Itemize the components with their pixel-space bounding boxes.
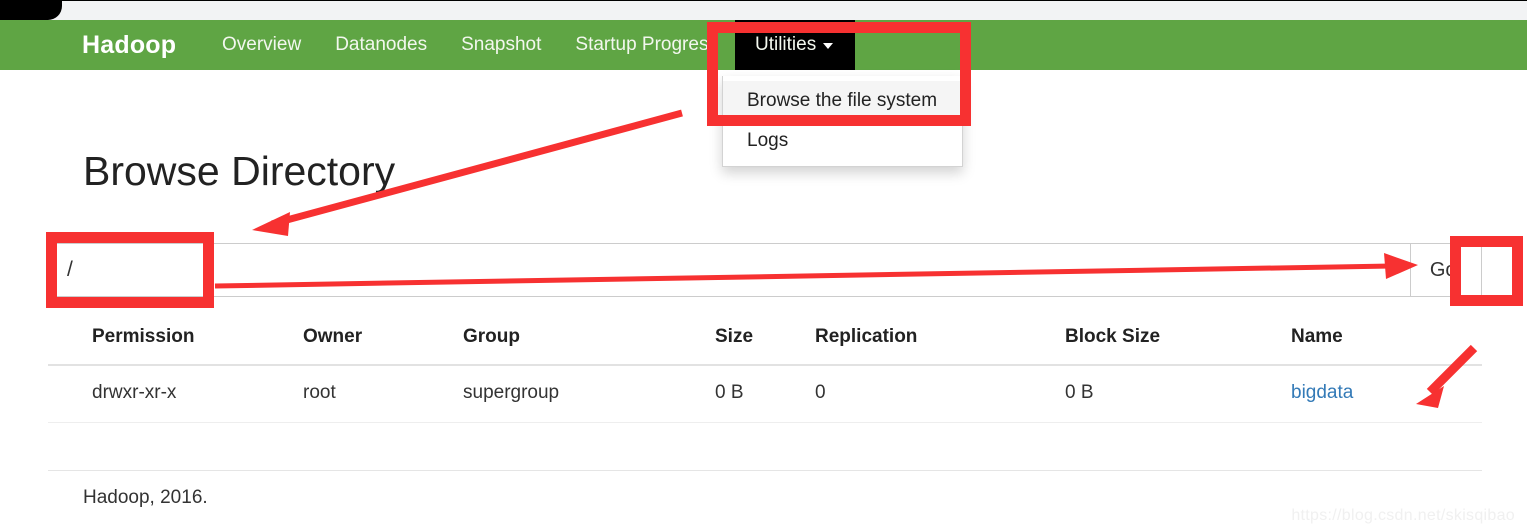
caret-down-icon [823,42,834,49]
browser-tab-notch [22,1,62,20]
dropdown-item-logs[interactable]: Logs [723,121,962,161]
utilities-dropdown-menu: Browse the file system Logs [722,76,963,167]
table-body: drwxr-xr-x root supergroup 0 B 0 0 B big… [48,365,1482,423]
nav-item-snapshot[interactable]: Snapshot [444,20,558,70]
browser-tab-strip [0,0,1527,20]
column-header-group[interactable]: Group [463,318,715,366]
path-input-group: Go! [48,243,1482,297]
browser-tab[interactable] [22,1,1527,20]
file-listing-table: Permission Owner Group Size Replication … [48,318,1482,423]
nav-item-utilities-label: Utilities [754,34,817,55]
column-header-permission[interactable]: Permission [48,318,303,366]
navbar: Hadoop Overview Datanodes Snapshot Start… [0,20,1527,70]
cell-size: 0 B [715,365,815,423]
cell-name: bigdata [1291,365,1482,423]
nav-items: Overview Datanodes Snapshot Startup Prog… [205,20,856,70]
nav-item-datanodes[interactable]: Datanodes [318,20,444,70]
watermark: https://blog.csdn.net/skisqibao [1291,507,1515,524]
path-input[interactable] [48,243,1410,297]
column-header-owner[interactable]: Owner [303,318,463,366]
dropdown-item-browse-file-system[interactable]: Browse the file system [723,81,962,121]
column-header-name[interactable]: Name [1291,318,1482,366]
file-link-bigdata[interactable]: bigdata [1291,382,1353,403]
cell-group: supergroup [463,365,715,423]
table-header-row: Permission Owner Group Size Replication … [48,318,1482,366]
footer-divider [48,470,1482,471]
page-root: Hadoop Overview Datanodes Snapshot Start… [0,0,1527,530]
page-title: Browse Directory [83,148,396,194]
cell-owner: root [303,365,463,423]
footer-text: Hadoop, 2016. [83,487,208,508]
nav-item-utilities[interactable]: Utilities [734,20,856,70]
table-header: Permission Owner Group Size Replication … [48,318,1482,366]
cell-block-size: 0 B [1065,365,1291,423]
column-header-size[interactable]: Size [715,318,815,366]
cell-replication: 0 [815,365,1065,423]
table-row: drwxr-xr-x root supergroup 0 B 0 0 B big… [48,365,1482,423]
brand-hadoop[interactable]: Hadoop [82,20,176,70]
nav-item-startup-progress[interactable]: Startup Progress [558,20,735,70]
column-header-block-size[interactable]: Block Size [1065,318,1291,366]
column-header-replication[interactable]: Replication [815,318,1065,366]
cell-permission: drwxr-xr-x [48,365,303,423]
go-button[interactable]: Go! [1410,243,1482,297]
nav-item-overview[interactable]: Overview [205,20,318,70]
